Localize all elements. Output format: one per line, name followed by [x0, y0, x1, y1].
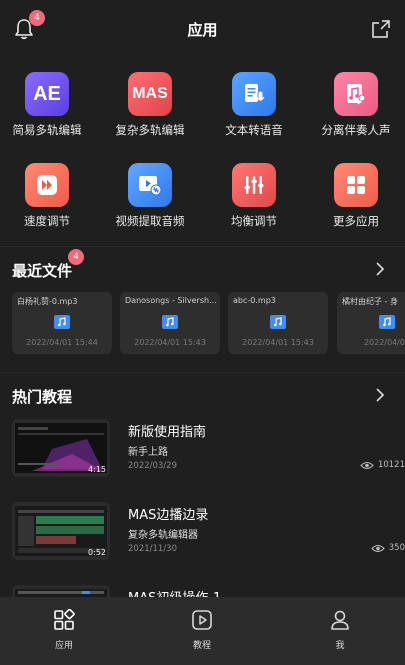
tutorial-date: 2022/03/29	[128, 461, 177, 471]
divider	[0, 246, 405, 247]
text-to-speech-icon	[232, 72, 276, 116]
hot-tutorials-title: 热门教程	[12, 388, 73, 406]
tutorial-thumbnail: 0:52	[12, 502, 110, 560]
app-label: 文本转语音	[225, 123, 283, 137]
chevron-right-icon[interactable]	[375, 262, 385, 276]
fast-forward-icon	[25, 163, 69, 207]
eye-icon	[371, 544, 385, 552]
tab-label: 我	[335, 641, 345, 651]
app-label: 简易多轨编辑	[12, 123, 82, 137]
file-name: abc-0.mp3	[233, 296, 276, 305]
view-count: 350	[388, 543, 405, 553]
tutorial-thumbnail: 4:15	[12, 419, 110, 477]
chevron-right-icon[interactable]	[375, 388, 385, 402]
app-text-to-speech[interactable]: 文本转语音	[204, 72, 304, 138]
user-icon	[331, 610, 349, 630]
recent-files-title: 最近文件	[12, 262, 73, 280]
recent-file-card[interactable]: abc-0.mp3 2022/04/01 15:43	[228, 292, 328, 354]
video-tutorial-icon	[192, 610, 212, 630]
tab-apps[interactable]: 应用	[34, 608, 94, 651]
app-separate-vocals[interactable]: 分离伴奏人声	[306, 72, 405, 138]
music-file-icon	[54, 315, 70, 329]
bottom-tab-bar: 应用 教程 我	[0, 597, 405, 665]
app-equalizer[interactable]: 均衡调节	[204, 163, 304, 229]
file-date: 2022/04/01 15:43	[134, 338, 206, 347]
recent-file-card[interactable]: 橘村由纪子 - 身 2022/04/01	[337, 292, 405, 354]
tutorial-subtitle: 新手上路	[128, 447, 168, 458]
app-complex-multitrack[interactable]: MAS 复杂多轨编辑	[100, 72, 200, 138]
video-audio-icon	[128, 163, 172, 207]
tutorial-views: 10121	[360, 460, 405, 470]
tutorial-duration: 4:15	[88, 465, 106, 474]
tab-label: 应用	[54, 641, 73, 651]
app-label: 更多应用	[333, 214, 379, 228]
tutorial-date: 2021/11/30	[128, 544, 177, 554]
ae-text-icon: AE	[25, 72, 69, 116]
tutorial-item[interactable]: 0:52 MAS边播边录 复杂多轨编辑器 2021/11/30 350	[12, 502, 405, 566]
app-label: 分离伴奏人声	[321, 123, 391, 137]
app-label: 速度调节	[24, 214, 70, 228]
tab-tutorials[interactable]: 教程	[172, 609, 232, 651]
recent-files-list: 白杨礼赞-0.mp3 2022/04/01 15:44 Danosongs - …	[12, 292, 405, 354]
app-simple-multitrack[interactable]: AE 简易多轨编辑	[0, 72, 97, 138]
music-file-icon	[162, 315, 178, 329]
divider	[0, 372, 405, 373]
recent-file-card[interactable]: 白杨礼赞-0.mp3 2022/04/01 15:44	[12, 292, 112, 354]
tutorial-title: MAS边播边录	[128, 508, 209, 523]
recent-files-badge: 4	[68, 249, 84, 265]
music-file-icon	[270, 315, 286, 329]
file-date: 2022/04/01 15:44	[26, 338, 98, 347]
tab-label: 教程	[192, 641, 211, 651]
file-name: Danosongs - Silversh...	[125, 296, 217, 305]
eye-icon	[360, 461, 374, 469]
music-file-icon	[379, 315, 395, 329]
tutorial-duration: 0:52	[88, 548, 106, 557]
app-label: 均衡调节	[231, 214, 277, 228]
tutorial-subtitle: 复杂多轨编辑器	[128, 530, 198, 541]
recent-file-card[interactable]: Danosongs - Silversh... 2022/04/01 15:43	[120, 292, 220, 354]
tutorial-views: 350	[371, 543, 405, 553]
file-date: 2022/04/01	[363, 338, 405, 347]
app-video-extract-audio[interactable]: 视频提取音频	[100, 163, 200, 229]
tab-me[interactable]: 我	[310, 609, 370, 651]
app-label: 复杂多轨编辑	[115, 123, 185, 137]
apps-icon	[54, 608, 75, 630]
tutorial-title: 新版使用指南	[128, 425, 207, 440]
equalizer-icon	[232, 163, 276, 207]
app-more[interactable]: 更多应用	[306, 163, 405, 229]
file-name: 白杨礼赞-0.mp3	[17, 297, 78, 306]
view-count: 10121	[377, 460, 405, 470]
mas-text-icon: MAS	[128, 72, 172, 116]
app-label: 视频提取音频	[115, 214, 185, 228]
grid-icon	[334, 163, 378, 207]
music-mic-icon	[334, 72, 378, 116]
page-title: 应用	[187, 21, 218, 39]
app-speed-adjust[interactable]: 速度调节	[0, 163, 97, 229]
file-date: 2022/04/01 15:43	[242, 338, 314, 347]
share-icon[interactable]	[371, 19, 391, 39]
tutorial-item[interactable]: 4:15 新版使用指南 新手上路 2022/03/29 10121	[12, 419, 405, 483]
file-name: 橘村由纪子 - 身	[342, 297, 398, 306]
header: 4 应用	[0, 0, 405, 60]
